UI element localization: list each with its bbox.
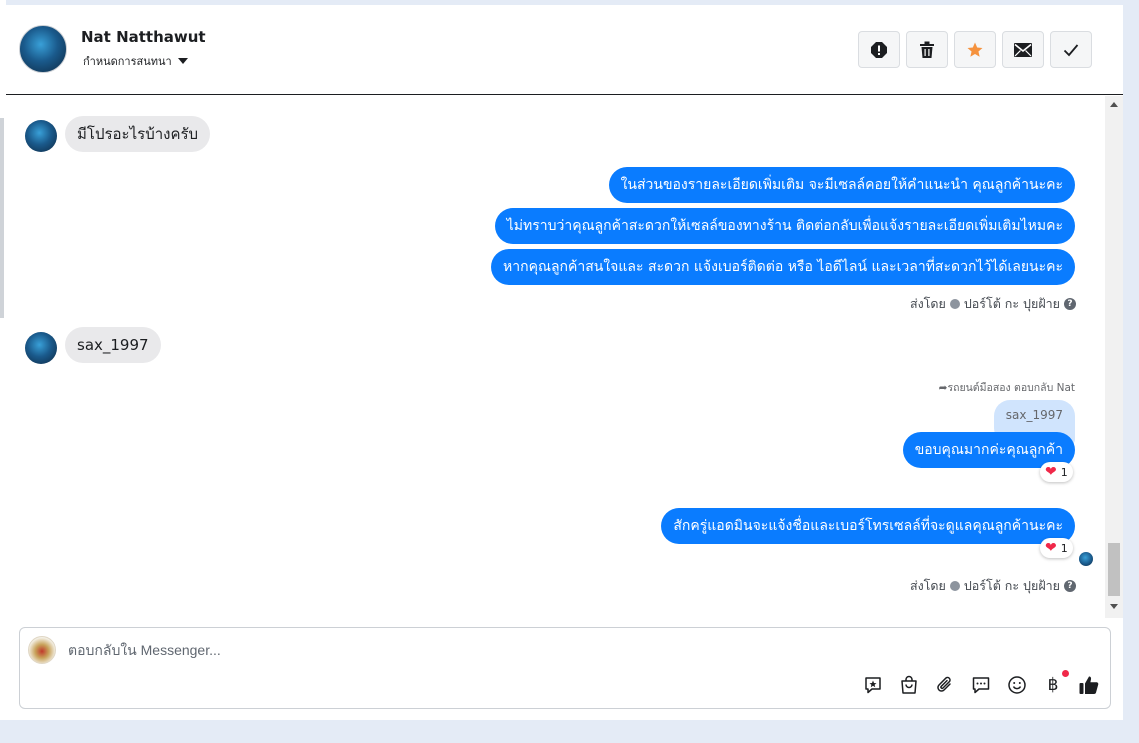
incoming-message[interactable]: sax_1997 — [65, 327, 161, 363]
emoji-icon — [1008, 676, 1026, 694]
sticker-chat-button[interactable] — [862, 674, 884, 696]
sent-by-label: ส่งโดย — [909, 578, 946, 593]
conversation-settings-dropdown[interactable]: กำหนดการสนทนา — [83, 52, 188, 70]
verified-icon — [949, 581, 960, 591]
shopping-bag-icon — [901, 675, 917, 694]
star-icon — [967, 42, 983, 57]
scroll-down-arrow-icon[interactable] — [1110, 604, 1118, 609]
mark-unread-button[interactable] — [1002, 31, 1044, 68]
thumbs-up-icon — [1079, 676, 1099, 694]
right-edge — [1123, 0, 1139, 743]
composer-tools: ฿ — [862, 670, 1100, 696]
sent-by-name: ปอร์โต้ กะ ปุยฝ้าย — [963, 578, 1060, 593]
header-actions — [858, 31, 1092, 68]
verified-icon — [949, 299, 960, 309]
paperclip-icon — [937, 676, 951, 692]
notification-dot — [1062, 670, 1069, 677]
message-composer: ฿ — [19, 627, 1111, 709]
heart-icon: ❤ — [1045, 464, 1057, 480]
payment-button[interactable]: ฿ — [1042, 670, 1069, 696]
mark-done-button[interactable] — [1050, 31, 1092, 68]
baht-icon: ฿ — [1047, 675, 1059, 695]
message-scrollbar[interactable] — [1105, 96, 1123, 618]
check-icon — [1063, 43, 1079, 56]
heart-icon: ❤ — [1045, 540, 1057, 556]
sent-by-label: ส่งโดย — [909, 296, 946, 311]
caret-down-icon — [177, 58, 188, 64]
emoji-button[interactable] — [1006, 674, 1028, 696]
reply-note-text: รถยนต์มือสอง ตอบกลับ Nat — [947, 382, 1075, 394]
attach-button[interactable] — [934, 674, 956, 696]
outgoing-message[interactable]: สักครู่แอดมินจะแจ้งชื่อและเบอร์โทรเซลล์ท… — [661, 508, 1075, 544]
message-thread: มีโปรอะไรบ้างครับ ในส่วนของรายละเอียดเพิ… — [6, 96, 1105, 618]
outgoing-message[interactable]: ในส่วนของรายละเอียดเพิ่มเติม จะมีเซลล์คอ… — [608, 167, 1075, 203]
sent-by-info: ส่งโดย ปอร์โต้ กะ ปุยฝ้าย ? — [910, 294, 1076, 314]
shop-button[interactable] — [898, 674, 920, 696]
reaction-count: 1 — [1060, 465, 1068, 479]
help-icon[interactable]: ? — [1064, 580, 1076, 592]
outgoing-message[interactable]: หากคุณลูกค้าสนใจและ สะดวก แจ้งเบอร์ติดต่… — [491, 249, 1075, 285]
reaction-badge[interactable]: ❤ 1 — [1040, 538, 1073, 558]
left-scrollbar[interactable] — [0, 118, 4, 318]
sticker-chat-icon — [865, 677, 881, 694]
saved-reply-button[interactable] — [970, 674, 992, 696]
trash-icon — [920, 41, 934, 58]
reply-note: ➦รถยนต์มือสอง ตอบกลับ Nat — [939, 379, 1075, 396]
reaction-count: 1 — [1060, 541, 1068, 555]
spam-icon — [871, 41, 887, 58]
contact-name[interactable]: Nat Natthawut — [81, 28, 206, 46]
sent-by-name: ปอร์โต้ กะ ปุยฝ้าย — [963, 296, 1060, 311]
help-icon[interactable]: ? — [1064, 298, 1076, 310]
delete-button[interactable] — [906, 31, 948, 68]
mail-icon — [1014, 42, 1032, 57]
contact-avatar-small[interactable] — [25, 120, 57, 152]
contact-avatar-small[interactable] — [25, 332, 57, 364]
bottom-background — [0, 720, 1139, 743]
like-button[interactable] — [1078, 674, 1100, 696]
page-avatar — [28, 636, 56, 664]
incoming-message[interactable]: มีโปรอะไรบ้างครับ — [65, 116, 211, 152]
contact-avatar[interactable] — [19, 25, 67, 73]
scroll-thumb[interactable] — [1108, 543, 1120, 596]
saved-reply-icon — [972, 677, 990, 694]
conversation-settings-label: กำหนดการสนทนา — [83, 55, 172, 68]
scroll-up-arrow-icon[interactable] — [1110, 102, 1118, 107]
seen-avatar — [1079, 552, 1093, 566]
sent-by-info: ส่งโดย ปอร์โต้ กะ ปุยฝ้าย ? — [910, 576, 1076, 596]
conversation-header: Nat Natthawut กำหนดการสนทนา — [6, 5, 1123, 95]
reply-input[interactable] — [68, 642, 768, 658]
reaction-badge[interactable]: ❤ 1 — [1040, 462, 1073, 482]
mark-spam-button[interactable] — [858, 31, 900, 68]
star-button[interactable] — [954, 31, 996, 68]
outgoing-message[interactable]: ไม่ทราบว่าคุณลูกค้าสะดวกให้เซลล์ของทางร้… — [494, 208, 1075, 244]
